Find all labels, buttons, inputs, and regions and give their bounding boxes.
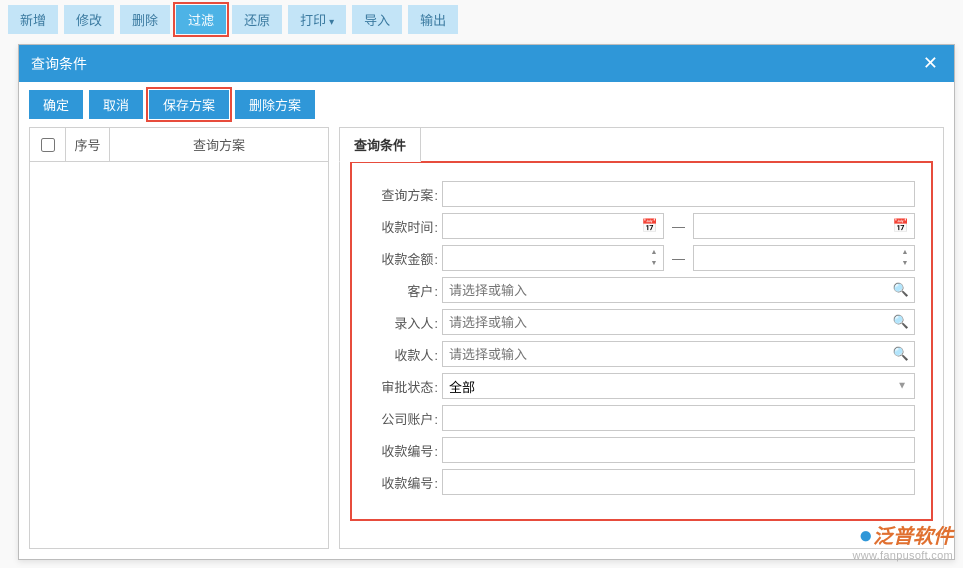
label-receive-time: 收款时间 bbox=[360, 217, 442, 236]
label-receipt-no-2: 收款编号 bbox=[360, 473, 442, 492]
condition-form: 查询方案 收款时间 📅 — 📅 收款金额 ▲▼ — bbox=[350, 161, 933, 521]
delete-button[interactable]: 删除 bbox=[120, 5, 170, 34]
select-all-checkbox[interactable] bbox=[41, 138, 55, 152]
entry-person-input[interactable] bbox=[442, 309, 915, 335]
filter-button[interactable]: 过滤 bbox=[176, 5, 226, 34]
query-dialog: 查询条件 ✕ 确定 取消 保存方案 删除方案 序号 查询方案 查询条件 查询方案 bbox=[18, 44, 955, 560]
label-customer: 客户 bbox=[360, 281, 442, 300]
scheme-grid: 序号 查询方案 bbox=[29, 127, 329, 549]
close-icon[interactable]: ✕ bbox=[919, 53, 942, 74]
condition-panel: 查询条件 查询方案 收款时间 📅 — 📅 收款金额 bbox=[339, 127, 944, 549]
grid-header-seq: 序号 bbox=[66, 128, 110, 161]
receive-amount-to-input[interactable] bbox=[693, 245, 915, 271]
save-scheme-button[interactable]: 保存方案 bbox=[149, 90, 229, 119]
chevron-down-icon: ▾ bbox=[329, 17, 334, 28]
dialog-header: 查询条件 ✕ bbox=[19, 45, 954, 82]
tab-conditions[interactable]: 查询条件 bbox=[339, 127, 421, 162]
brand-logo: ●泛普软件 bbox=[853, 520, 953, 550]
dialog-title: 查询条件 bbox=[31, 54, 87, 74]
brand-url: www.fanpusoft.com bbox=[853, 550, 953, 562]
grid-header-checkbox[interactable] bbox=[30, 128, 66, 161]
label-payee: 收款人 bbox=[360, 345, 442, 364]
spin-up-icon[interactable]: ▲ bbox=[899, 247, 911, 258]
edit-button[interactable]: 修改 bbox=[64, 5, 114, 34]
query-scheme-input[interactable] bbox=[442, 181, 915, 207]
receive-amount-from-input[interactable] bbox=[442, 245, 664, 271]
spin-up-icon[interactable]: ▲ bbox=[648, 247, 660, 258]
label-company-account: 公司账户 bbox=[360, 409, 442, 428]
restore-button[interactable]: 还原 bbox=[232, 5, 282, 34]
label-approval-status: 审批状态 bbox=[360, 377, 442, 396]
cancel-button[interactable]: 取消 bbox=[89, 90, 143, 119]
receive-time-to-input[interactable] bbox=[693, 213, 915, 239]
import-button[interactable]: 导入 bbox=[352, 5, 402, 34]
grid-header-scheme: 查询方案 bbox=[110, 128, 328, 161]
watermark: ●泛普软件 www.fanpusoft.com bbox=[853, 520, 953, 562]
top-toolbar: 新增 修改 删除 过滤 还原 打印▾ 导入 输出 bbox=[0, 0, 963, 39]
label-receive-amount: 收款金额 bbox=[360, 249, 442, 268]
add-button[interactable]: 新增 bbox=[8, 5, 58, 34]
customer-input[interactable] bbox=[442, 277, 915, 303]
receive-time-from-input[interactable] bbox=[442, 213, 664, 239]
receipt-no-1-input[interactable] bbox=[442, 437, 915, 463]
spin-down-icon[interactable]: ▼ bbox=[648, 258, 660, 269]
dialog-toolbar: 确定 取消 保存方案 删除方案 bbox=[19, 82, 954, 127]
export-button[interactable]: 输出 bbox=[408, 5, 458, 34]
delete-scheme-button[interactable]: 删除方案 bbox=[235, 90, 315, 119]
receipt-no-2-input[interactable] bbox=[442, 469, 915, 495]
ok-button[interactable]: 确定 bbox=[29, 90, 83, 119]
print-button[interactable]: 打印▾ bbox=[288, 5, 346, 34]
approval-status-select[interactable] bbox=[442, 373, 915, 399]
range-separator: — bbox=[664, 251, 693, 266]
label-query-scheme: 查询方案 bbox=[360, 185, 442, 204]
label-entry-person: 录入人 bbox=[360, 313, 442, 332]
range-separator: — bbox=[664, 219, 693, 234]
grid-body bbox=[30, 162, 328, 548]
spin-down-icon[interactable]: ▼ bbox=[899, 258, 911, 269]
label-receipt-no-1: 收款编号 bbox=[360, 441, 442, 460]
company-account-input[interactable] bbox=[442, 405, 915, 431]
payee-input[interactable] bbox=[442, 341, 915, 367]
